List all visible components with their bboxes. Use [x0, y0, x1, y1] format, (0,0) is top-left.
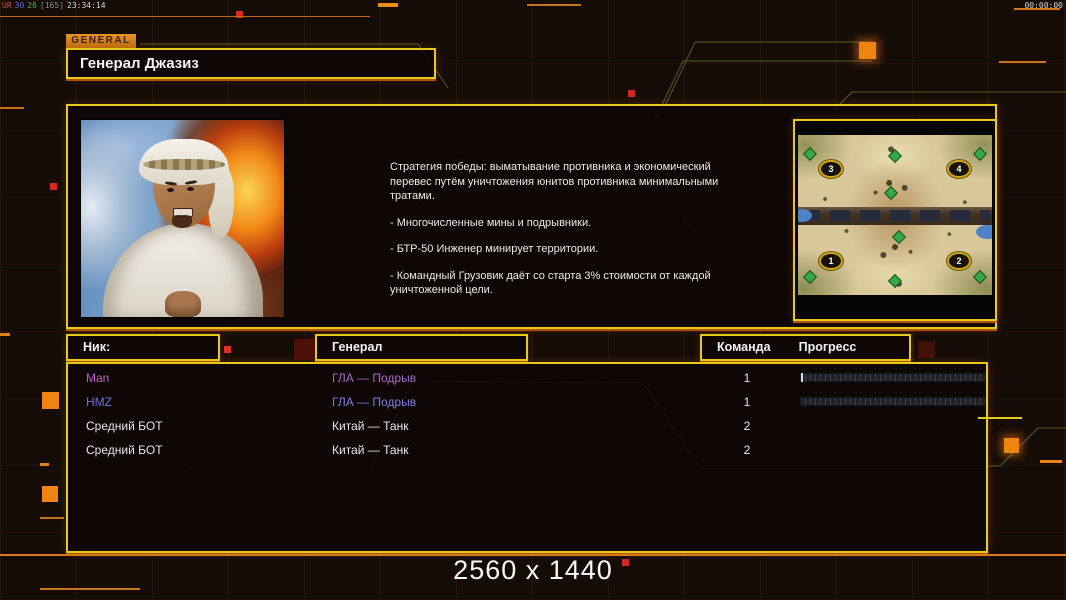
table-row: Man ГЛА — Подрыв 1	[68, 366, 986, 390]
general-title-box: Генерал Джазиз	[66, 48, 436, 79]
strategy-paragraph: Стратегия победы: выматывание противника…	[390, 161, 719, 203]
debug-token: 23:34:14	[67, 1, 106, 10]
header-team-progress: Команда Прогресс	[700, 334, 911, 361]
header-progress-label: Прогресс	[798, 340, 857, 354]
strategy-paragraph: - БТР-50 Инженер минирует территории.	[390, 243, 599, 256]
player-general: Китай — Танк	[332, 443, 409, 457]
decor-square	[50, 183, 57, 190]
strategy-paragraph: - Многочисленные мины и подрывники.	[390, 216, 592, 229]
debug-overlay: UR 30 26 [165] 23:34:14	[2, 1, 106, 10]
resolution-label: 2560 x 1440	[453, 555, 613, 585]
start-position-marker: 4	[947, 159, 972, 178]
debug-token: 26	[27, 1, 37, 10]
player-nick: HMZ	[86, 395, 112, 409]
table-row: HMZ ГЛА — Подрыв 1	[68, 390, 986, 414]
page-title: Генерал Джазиз	[80, 55, 199, 72]
decor-dash	[40, 463, 49, 466]
players-table: Man ГЛА — Подрыв 1 HMZ ГЛА — Подрыв 1 Средний …	[66, 362, 988, 553]
general-tab: GENERAL	[66, 34, 136, 48]
header-team-label: Команда	[717, 340, 771, 354]
decor-square	[42, 392, 59, 409]
start-position-marker: 2	[947, 252, 972, 271]
decor-square	[42, 486, 58, 502]
player-team: 2	[743, 443, 751, 457]
player-team: 1	[743, 371, 751, 385]
decor-dash	[978, 417, 1022, 419]
general-info-panel: Стратегия победы: выматывание противника…	[66, 104, 997, 329]
decor-dash	[378, 3, 398, 7]
decor-square	[859, 42, 876, 59]
strategy-paragraph: - Командный Грузовик даёт со старта 3% с…	[390, 269, 711, 297]
decor-dash	[999, 61, 1046, 63]
player-general: Китай — Танк	[332, 419, 409, 433]
player-nick: Man	[86, 371, 110, 385]
map-water	[976, 224, 992, 239]
table-row: Средний БОТ Китай — Танк 2	[68, 414, 986, 438]
header-general: Генерал	[315, 334, 528, 361]
debug-token: 30	[14, 1, 25, 10]
player-team: 2	[743, 419, 751, 433]
progress-cursor	[801, 373, 803, 382]
general-portrait	[80, 119, 285, 318]
decor-dash	[40, 517, 64, 519]
portrait-art	[81, 120, 284, 317]
decor-dash	[0, 16, 370, 17]
player-nick: Средний БОТ	[86, 443, 163, 457]
start-position-marker: 3	[818, 159, 843, 178]
decor-dash	[527, 4, 581, 6]
player-nick: Средний БОТ	[86, 419, 163, 433]
debug-token: [165]	[39, 1, 65, 10]
map-road	[798, 207, 992, 225]
debug-token: UR	[2, 1, 12, 10]
decor-dash	[0, 107, 24, 109]
player-rows: Man ГЛА — Подрыв 1 HMZ ГЛА — Подрыв 1 Средний …	[68, 364, 986, 462]
decor-square	[294, 339, 315, 360]
progress-bar	[800, 373, 986, 382]
decor-square	[918, 341, 935, 358]
table-row: Средний БОТ Китай — Танк 2	[68, 438, 986, 462]
header-nick: Ник:	[66, 334, 220, 361]
match-timer: 00:00:00	[1024, 1, 1063, 10]
decor-dash	[40, 588, 140, 590]
loading-screen: UR 30 26 [165] 23:34:14 00:00:00 GENERAL Ген…	[0, 0, 1066, 600]
player-team: 1	[743, 395, 751, 409]
progress-bar	[800, 397, 986, 406]
strategy-text: Стратегия победы: выматывание противника…	[390, 160, 720, 310]
decor-square	[628, 90, 635, 97]
minimap-terrain: 3 4 1 2	[798, 135, 992, 295]
decor-dash	[1040, 460, 1062, 463]
minimap: 3 4 1 2	[793, 119, 997, 321]
start-position-marker: 1	[818, 252, 843, 271]
decor-square	[224, 346, 231, 353]
decor-dash	[0, 333, 10, 336]
decor-square	[1004, 438, 1019, 453]
player-general: ГЛА — Подрыв	[332, 371, 417, 385]
player-general: ГЛА — Подрыв	[332, 395, 417, 409]
